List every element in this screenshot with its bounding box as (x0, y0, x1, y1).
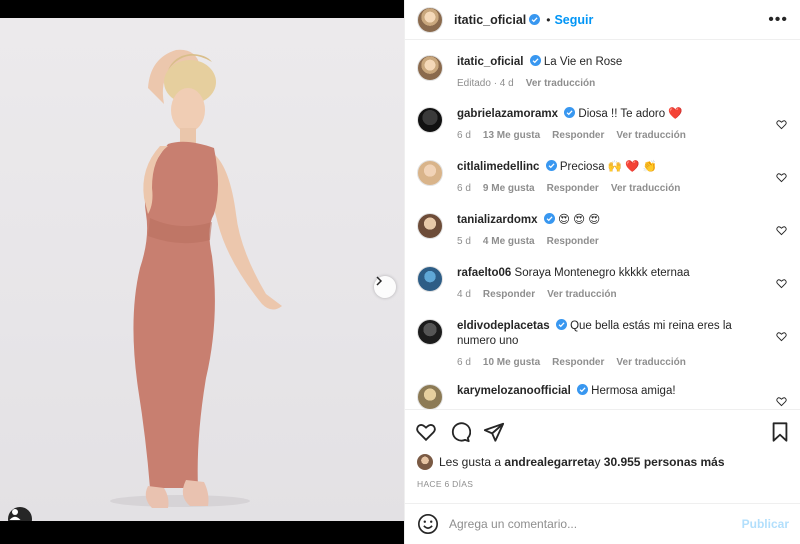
commenter-username[interactable]: gabrielazamoramx (457, 108, 558, 120)
comment-text: 😍 😍 😍 (557, 214, 601, 226)
reply-button[interactable]: Responder (483, 287, 535, 302)
comment-item: gabrielazamoramx Diosa !! Te adoro ❤️ 6 … (417, 107, 789, 143)
reply-button[interactable]: Responder (552, 128, 604, 143)
comment-likes[interactable]: 4 Me gusta (483, 234, 535, 249)
commenter-avatar[interactable] (417, 213, 443, 239)
photo-illustration (110, 49, 282, 508)
comment-item: rafaelto06 Soraya Montenegro kkkkk etern… (417, 266, 789, 302)
liker-avatar[interactable] (417, 454, 433, 470)
more-options-icon[interactable]: ••• (768, 11, 788, 29)
commenter-username[interactable]: tanializardomx (457, 214, 538, 226)
verified-badge-icon (576, 384, 588, 395)
heart-icon[interactable] (415, 421, 437, 443)
post-comment-button[interactable]: Publicar (742, 517, 789, 531)
reply-button[interactable]: Responder (547, 234, 599, 249)
comment-text: Diosa !! Te adoro ❤️ (578, 108, 683, 120)
comment-input[interactable] (449, 517, 742, 531)
comment-likes[interactable]: 13 Me gusta (483, 128, 540, 143)
comments-list[interactable]: itatic_oficial La Vie en Rose Editado · … (405, 41, 800, 409)
comment-item: karymelozanoofficial Hermosa amiga! (417, 384, 789, 409)
comment-text: Hermosa amiga! (591, 385, 676, 397)
like-comment-heart-icon[interactable] (776, 225, 787, 236)
translate-link[interactable]: Ver traducción (616, 128, 685, 143)
translate-link[interactable]: Ver traducción (611, 181, 680, 196)
commenter-username[interactable]: citlalimedellinc (457, 161, 539, 173)
commenter-avatar[interactable] (417, 266, 443, 292)
likes-count[interactable]: 30.955 personas más (604, 455, 725, 469)
reply-button[interactable]: Responder (552, 355, 604, 370)
comment-likes[interactable]: 9 Me gusta (483, 181, 535, 196)
comment-icon[interactable] (449, 421, 471, 443)
comment-time: 5 d (457, 236, 471, 247)
verified-badge-icon (545, 160, 557, 171)
emoji-icon[interactable] (417, 513, 439, 535)
verified-badge-icon (564, 107, 576, 118)
caption-avatar[interactable] (417, 55, 443, 81)
comment-likes[interactable]: 10 Me gusta (483, 355, 540, 370)
likes-prefix: Les gusta a (439, 455, 502, 469)
caption-edited: Editado · 4 d (457, 78, 514, 89)
comment-composer: Publicar (405, 503, 800, 544)
caption-translate-link[interactable]: Ver traducción (526, 76, 595, 91)
comment-item: eldivodeplacetas Que bella estás mi rein… (417, 319, 789, 370)
comment-time: 6 d (457, 183, 471, 194)
user-tag-icon (9, 509, 21, 520)
verified-badge-icon (543, 213, 555, 224)
comment-time: 4 d (457, 289, 471, 300)
chevron-right-icon (376, 276, 383, 286)
commenter-username[interactable]: rafaelto06 (457, 267, 511, 279)
post-photo[interactable] (0, 18, 404, 521)
like-comment-heart-icon[interactable] (776, 331, 787, 342)
caption-text: La Vie en Rose (543, 56, 623, 68)
follow-button[interactable]: Seguir (554, 13, 593, 27)
bookmark-icon[interactable] (769, 421, 791, 443)
next-photo-button[interactable] (374, 276, 396, 298)
verified-badge-icon (529, 55, 541, 66)
share-icon[interactable] (483, 421, 505, 443)
author-avatar[interactable] (417, 6, 443, 33)
commenter-username[interactable]: eldivodeplacetas (457, 320, 550, 332)
post-timestamp[interactable]: HACE 6 DÍAS (417, 479, 473, 489)
commenter-avatar[interactable] (417, 107, 443, 133)
commenter-avatar[interactable] (417, 319, 443, 345)
header-separator: • (546, 12, 551, 27)
verified-badge-icon (529, 14, 541, 25)
post-header: itatic_oficial • Seguir ••• (405, 0, 800, 40)
translate-link[interactable]: Ver traducción (616, 355, 685, 370)
caption: itatic_oficial La Vie en Rose Editado · … (417, 55, 789, 91)
author-username[interactable]: itatic_oficial (454, 13, 526, 27)
like-comment-heart-icon[interactable] (776, 396, 787, 407)
post-detail-panel: itatic_oficial • Seguir ••• itatic_ofici… (404, 0, 800, 544)
like-comment-heart-icon[interactable] (776, 119, 787, 130)
comment-item: citlalimedellinc Preciosa 🙌 ❤️ 👏 6 d 9 M… (417, 160, 789, 196)
commenter-avatar[interactable] (417, 160, 443, 186)
liker-username[interactable]: andrealegarreta (504, 455, 594, 469)
likes-middle: y (594, 455, 601, 469)
verified-badge-icon (555, 319, 567, 330)
like-comment-heart-icon[interactable] (776, 172, 787, 183)
comment-text: Soraya Montenegro kkkkk eternaa (514, 267, 690, 279)
commenter-avatar[interactable] (417, 384, 443, 409)
commenter-username[interactable]: karymelozanoofficial (457, 385, 571, 397)
comment-time: 6 d (457, 130, 471, 141)
comment-item: tanializardomx 😍 😍 😍 5 d 4 Me gusta Resp… (417, 213, 789, 249)
comment-time: 6 d (457, 357, 471, 368)
like-comment-heart-icon[interactable] (776, 278, 787, 289)
likes-summary: Les gusta a andrealegarreta y 30.955 per… (417, 454, 725, 470)
post-actions-bar (405, 409, 800, 453)
translate-link[interactable]: Ver traducción (547, 287, 616, 302)
caption-username[interactable]: itatic_oficial (457, 56, 523, 68)
comment-text: Preciosa 🙌 ❤️ 👏 (559, 161, 658, 173)
reply-button[interactable]: Responder (547, 181, 599, 196)
